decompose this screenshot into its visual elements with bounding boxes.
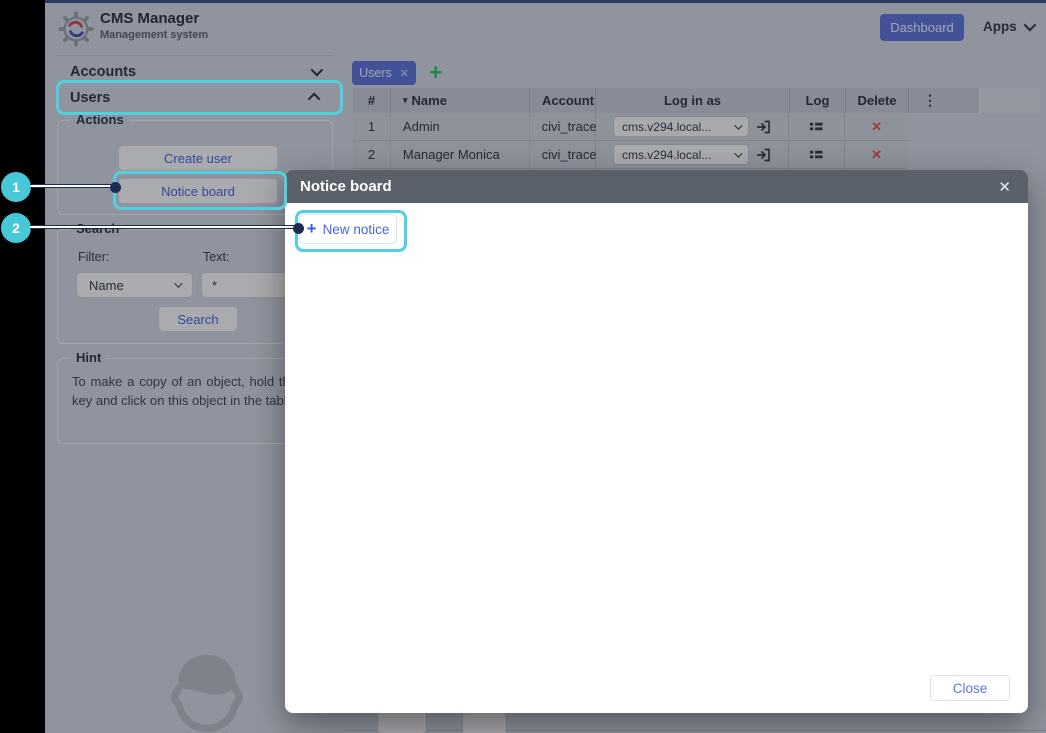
dialog-title: Notice board xyxy=(300,178,392,195)
dialog-close-button[interactable]: Close xyxy=(930,675,1010,701)
annotation-dot-2 xyxy=(293,223,304,234)
new-notice-button[interactable]: + New notice xyxy=(299,214,397,244)
annotation-badge-2: 2 xyxy=(1,213,31,243)
annotation-line-1 xyxy=(30,184,114,188)
dialog-header: Notice board ✕ xyxy=(285,170,1028,203)
dialog-close-icon[interactable]: ✕ xyxy=(998,178,1011,196)
annotation-line-2 xyxy=(30,225,296,229)
notice-board-dialog: Notice board ✕ + New notice Close xyxy=(285,170,1028,713)
screenshot-stage: CMS Manager Management system Dashboard … xyxy=(0,0,1046,733)
annotation-dot-1 xyxy=(110,182,121,193)
annotation-badge-1: 1 xyxy=(1,172,31,202)
plus-icon: + xyxy=(307,221,317,237)
new-notice-label: New notice xyxy=(323,222,390,237)
